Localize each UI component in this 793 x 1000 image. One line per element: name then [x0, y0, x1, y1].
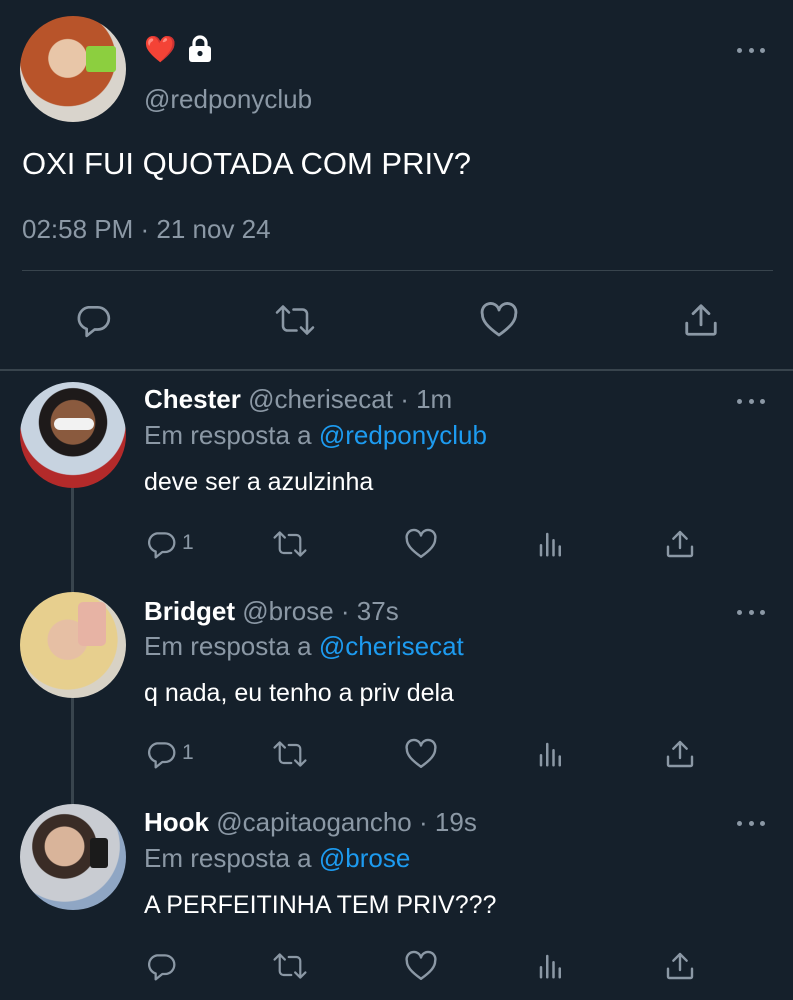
analytics-icon[interactable]: [536, 738, 566, 770]
reply-icon[interactable]: [74, 301, 112, 339]
tweet-time[interactable]: · 19s: [419, 807, 477, 837]
tweet-time[interactable]: · 1m: [400, 384, 452, 414]
like-icon[interactable]: [404, 738, 438, 770]
tweet-timestamp[interactable]: 02:58 PM · 21 nov 24: [22, 214, 271, 245]
share-icon[interactable]: [664, 950, 696, 982]
reply-context: Em resposta a @cherisecat: [144, 631, 464, 662]
retweet-icon[interactable]: [272, 528, 308, 560]
share-icon[interactable]: [682, 301, 720, 339]
avatar[interactable]: [20, 382, 126, 488]
reply-icon[interactable]: [145, 528, 177, 560]
reply-header: Hook @capitaogancho · 19s: [144, 807, 477, 838]
share-icon[interactable]: [664, 528, 696, 560]
reply-count: 1: [182, 741, 194, 764]
reply-header: Chester @cherisecat · 1m: [144, 384, 452, 415]
tweet-text: OXI FUI QUOTADA COM PRIV?: [22, 146, 471, 181]
reply-count: 1: [182, 531, 194, 554]
author-name[interactable]: Chester: [144, 384, 241, 414]
tweet-text: deve ser a azulzinha: [144, 468, 374, 496]
avatar-glasses: [54, 418, 94, 430]
tweet-text: q nada, eu tenho a priv dela: [144, 679, 454, 707]
like-icon[interactable]: [479, 301, 519, 339]
reply-icon[interactable]: [145, 950, 177, 982]
more-icon[interactable]: [737, 607, 765, 617]
avatar[interactable]: [20, 804, 126, 910]
reply-context: Em resposta a @brose: [144, 843, 410, 874]
divider: [22, 270, 773, 271]
like-icon[interactable]: [404, 528, 438, 560]
avatar[interactable]: [20, 16, 126, 122]
reply-prefix: Em resposta a: [144, 631, 312, 661]
author-name[interactable]: Hook: [144, 807, 209, 837]
reply-header: Bridget @brose · 37s: [144, 596, 399, 627]
more-icon[interactable]: [737, 396, 765, 406]
reply-icon[interactable]: [145, 738, 177, 770]
lock-icon: [186, 34, 214, 64]
share-icon[interactable]: [664, 738, 696, 770]
avatar-phone: [78, 602, 106, 646]
reply-to-link[interactable]: @cherisecat: [319, 631, 464, 661]
analytics-icon[interactable]: [536, 950, 566, 982]
tweet-time[interactable]: · 37s: [341, 596, 399, 626]
reply-prefix: Em resposta a: [144, 420, 312, 450]
like-icon[interactable]: [404, 950, 438, 982]
more-icon[interactable]: [737, 818, 765, 828]
tweet-text: A PERFEITINHA TEM PRIV???: [144, 891, 497, 919]
thread-line: [71, 488, 74, 592]
divider: [0, 369, 793, 371]
author-name[interactable]: Bridget: [144, 596, 235, 626]
avatar-phone: [90, 838, 108, 868]
retweet-icon[interactable]: [272, 950, 308, 982]
avatar-card: [86, 46, 116, 72]
reply-to-link[interactable]: @brose: [319, 843, 410, 873]
avatar[interactable]: [20, 592, 126, 698]
author-handle[interactable]: @redponyclub: [144, 84, 312, 115]
reply-to-link[interactable]: @redponyclub: [319, 420, 487, 450]
thread-line: [71, 698, 74, 804]
retweet-icon[interactable]: [274, 301, 316, 339]
author-handle[interactable]: @capitaogancho: [216, 807, 412, 837]
author-handle[interactable]: @cherisecat: [248, 384, 393, 414]
reply-context: Em resposta a @redponyclub: [144, 420, 487, 451]
analytics-icon[interactable]: [536, 528, 566, 560]
heart-emoji: ❤️: [144, 34, 177, 64]
more-icon[interactable]: [737, 45, 765, 55]
reply-prefix: Em resposta a: [144, 843, 312, 873]
author-handle[interactable]: @brose: [242, 596, 333, 626]
retweet-icon[interactable]: [272, 738, 308, 770]
